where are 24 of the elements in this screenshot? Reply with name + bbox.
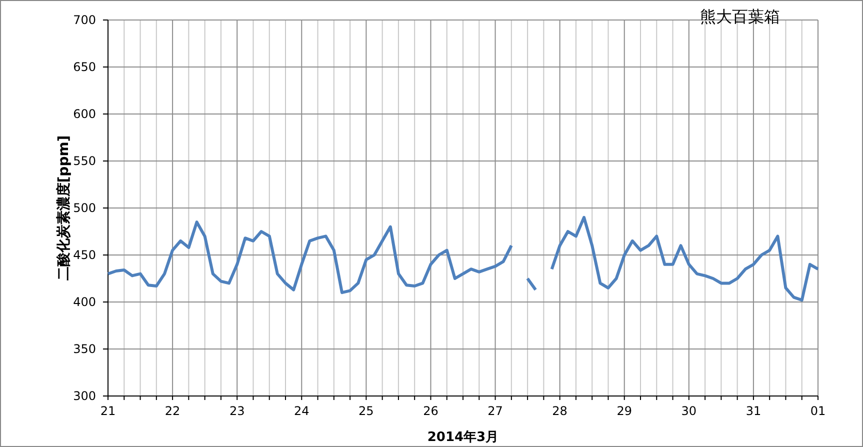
- x-tick-label: 22: [164, 404, 180, 418]
- x-tick-label: 24: [294, 404, 310, 418]
- y-tick-label: 300: [73, 389, 96, 403]
- y-tick-label: 600: [73, 107, 96, 121]
- y-tick-label: 350: [73, 342, 96, 356]
- x-tick-label: 21: [100, 404, 116, 418]
- x-tick-label: 31: [746, 404, 762, 418]
- x-tick-label: 27: [488, 404, 503, 418]
- x-tick-label: 29: [616, 404, 632, 418]
- chart-title: 熊大百葉箱: [700, 7, 780, 26]
- y-tick-label: 400: [73, 295, 96, 309]
- x-tick-label: 30: [681, 404, 697, 418]
- x-tick-label: 28: [552, 404, 568, 418]
- x-tick-label: 26: [423, 404, 438, 418]
- x-axis-title: 2014年3月: [427, 430, 499, 445]
- y-axis-title: 二酸化炭素濃度[ppm]: [56, 135, 72, 281]
- y-tick-label: 550: [73, 154, 96, 168]
- y-tick-label: 450: [73, 248, 96, 262]
- x-tick-label: 01: [810, 404, 826, 418]
- y-tick-label: 700: [73, 13, 96, 27]
- x-tick-label: 25: [358, 404, 374, 418]
- x-tick-label: 23: [229, 404, 245, 418]
- y-tick-label: 500: [73, 201, 96, 215]
- y-tick-label: 650: [73, 60, 96, 74]
